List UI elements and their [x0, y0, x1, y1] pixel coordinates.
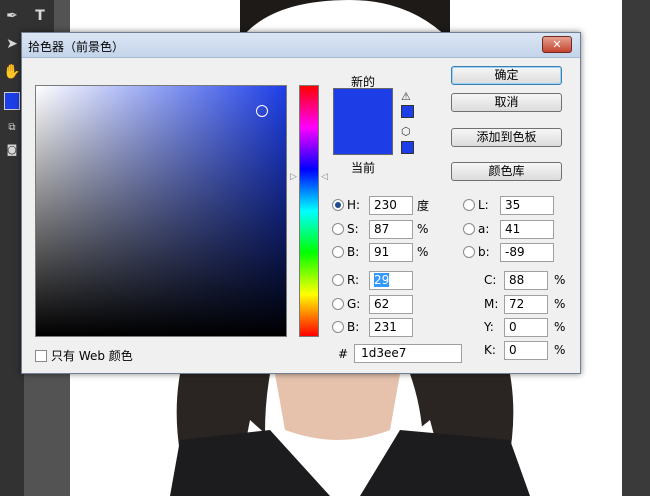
hue-slider-right-arrow-icon[interactable]: ◁: [321, 172, 328, 182]
workspace-right-edge: [622, 0, 650, 496]
black-unit: %: [554, 343, 566, 357]
not-web-safe-cube-icon[interactable]: ⬡: [401, 125, 411, 138]
dialog-titlebar[interactable]: 拾色器（前景色） ✕: [22, 33, 580, 58]
green-input[interactable]: 62: [369, 294, 413, 314]
red-radio[interactable]: [332, 274, 344, 286]
lab-b-row: b: -89: [463, 242, 554, 262]
only-web-colors-checkbox[interactable]: [35, 349, 47, 362]
blue-radio[interactable]: [332, 321, 344, 333]
blue-input[interactable]: 231: [369, 317, 413, 337]
cyan-input[interactable]: 88: [504, 270, 548, 290]
red-input-value: 29: [374, 272, 390, 287]
ok-button[interactable]: 确定: [451, 66, 562, 85]
lab-l-row: L: 35: [463, 195, 554, 215]
red-row: R: 29: [332, 270, 413, 290]
new-color-swatch: [333, 88, 393, 121]
hand-tool-icon[interactable]: ✋: [2, 62, 22, 82]
yellow-unit: %: [554, 320, 566, 334]
hex-input[interactable]: 1d3ee7: [354, 344, 463, 363]
hue-label: H:: [347, 198, 361, 212]
cyan-label: C:: [484, 273, 497, 287]
brightness-input[interactable]: 91: [369, 242, 413, 262]
black-input[interactable]: 0: [504, 340, 548, 360]
magenta-row: M: 72 %: [484, 294, 568, 314]
cyan-row: C: 88 %: [484, 270, 568, 290]
green-label: G:: [347, 297, 361, 311]
quick-mask-icon[interactable]: ◙: [2, 140, 22, 160]
hue-slider-left-arrow-icon[interactable]: ▷: [290, 172, 297, 182]
brightness-label: B:: [347, 245, 360, 259]
hue-slider[interactable]: [299, 85, 319, 337]
magenta-input[interactable]: 72: [504, 294, 548, 314]
lab-b-input[interactable]: -89: [500, 242, 554, 262]
current-color-swatch[interactable]: [333, 121, 393, 155]
lab-l-label: L:: [478, 198, 489, 212]
lab-b-radio[interactable]: [463, 246, 475, 258]
only-web-colors-label: 只有 Web 颜色: [51, 349, 133, 363]
foreground-color-swatch[interactable]: [4, 92, 20, 110]
cyan-unit: %: [554, 273, 566, 287]
magenta-unit: %: [554, 297, 566, 311]
green-radio[interactable]: [332, 298, 344, 310]
saturation-label: S:: [347, 222, 359, 236]
saturation-radio[interactable]: [332, 223, 344, 235]
color-picker-marker[interactable]: [256, 105, 268, 117]
lab-a-row: a: 41: [463, 219, 554, 239]
path-selection-tool-icon[interactable]: ➤: [2, 34, 22, 54]
lab-a-label: a:: [478, 222, 490, 236]
blue-label: B:: [347, 320, 360, 334]
add-to-swatches-button[interactable]: 添加到色板: [451, 128, 562, 147]
yellow-row: Y: 0 %: [484, 317, 568, 337]
current-color-label: 当前: [350, 161, 375, 175]
saturation-input[interactable]: 87: [369, 219, 413, 239]
brightness-row: B: 91 %: [332, 242, 431, 262]
color-picker-dialog: 拾色器（前景色） ✕ ▷ ◁ 只有 Web 颜色 新的 当前 ⚠ ⬡ 确定 取消…: [21, 32, 581, 374]
blue-row: B: 231: [332, 317, 413, 337]
color-libraries-button[interactable]: 颜色库: [451, 162, 562, 181]
hex-label: #: [338, 346, 349, 361]
red-label: R:: [347, 273, 360, 287]
only-web-colors-option[interactable]: 只有 Web 颜色: [35, 347, 133, 364]
brightness-radio[interactable]: [332, 246, 344, 258]
hex-row: # 1d3ee7: [338, 344, 463, 363]
hue-row: H: 230 度: [332, 195, 431, 215]
lab-b-label: b:: [478, 245, 490, 259]
pen-tool-icon[interactable]: ✒: [2, 6, 22, 26]
swap-colors-icon[interactable]: ⧉: [2, 118, 22, 138]
hue-unit: 度: [417, 198, 430, 213]
lab-a-input[interactable]: 41: [500, 219, 554, 239]
magenta-label: M:: [484, 297, 499, 311]
cancel-button[interactable]: 取消: [451, 93, 562, 112]
web-safe-color-swatch[interactable]: [401, 141, 414, 154]
green-row: G: 62: [332, 294, 413, 314]
text-tool-icon[interactable]: T: [30, 6, 50, 26]
out-of-gamut-warning-icon[interactable]: ⚠: [401, 90, 411, 103]
saturation-unit: %: [417, 222, 429, 236]
lab-l-input[interactable]: 35: [500, 195, 554, 215]
yellow-input[interactable]: 0: [504, 317, 548, 337]
saturation-brightness-field[interactable]: [35, 85, 287, 337]
black-label: K:: [484, 343, 496, 357]
close-button[interactable]: ✕: [542, 36, 572, 53]
lab-a-radio[interactable]: [463, 223, 475, 235]
saturation-row: S: 87 %: [332, 219, 431, 239]
red-input[interactable]: 29: [369, 270, 413, 290]
brightness-unit: %: [417, 245, 429, 259]
yellow-label: Y:: [484, 320, 494, 334]
hue-input[interactable]: 230: [369, 195, 413, 215]
black-row: K: 0 %: [484, 340, 568, 360]
gamut-color-swatch[interactable]: [401, 105, 414, 118]
dialog-title: 拾色器（前景色）: [28, 40, 125, 54]
hue-radio[interactable]: [332, 199, 344, 211]
lab-l-radio[interactable]: [463, 199, 475, 211]
